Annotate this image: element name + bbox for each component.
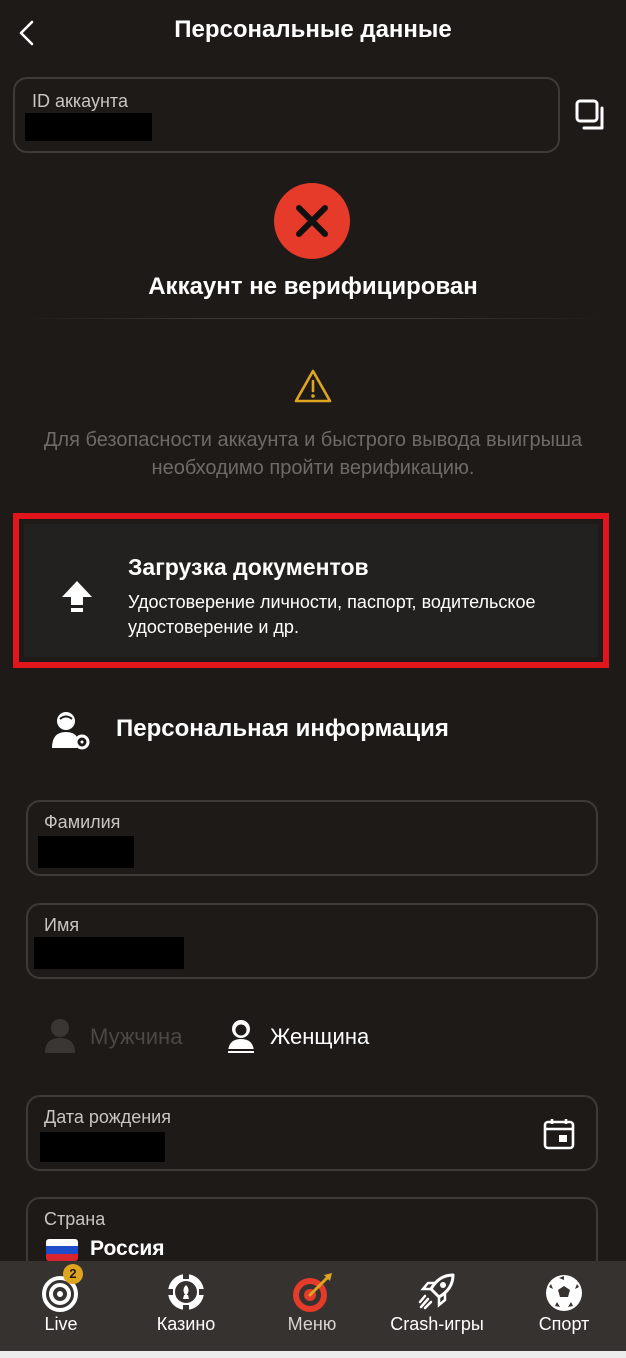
- divider: [20, 318, 606, 319]
- female-label: Женщина: [270, 1024, 370, 1049]
- upload-title: Загрузка документов: [128, 554, 369, 580]
- personal-info-heading: Персональная информация: [116, 715, 449, 742]
- birthdate-value-redacted: [40, 1132, 165, 1162]
- gender-male-option[interactable]: Мужчина: [44, 1018, 194, 1056]
- soccer-ball-icon: [546, 1275, 582, 1311]
- warning-triangle-icon: [293, 366, 333, 406]
- surname-value-redacted: [38, 836, 134, 868]
- verification-warning-text: Для безопасности аккаунта и быстрого выв…: [43, 429, 583, 479]
- name-value-redacted: [34, 937, 184, 969]
- upload-subtitle: Удостоверение личности, паспорт, водител…: [128, 592, 536, 637]
- surname-label: Фамилия: [44, 812, 121, 832]
- nav-menu-label: Меню: [287, 1314, 337, 1334]
- country-value: Россия: [90, 1237, 165, 1260]
- nav-crash-games-label: Crash-игры: [390, 1314, 484, 1334]
- rocket-icon: [418, 1273, 455, 1310]
- nav-live-label: Live: [44, 1314, 78, 1334]
- nav-sport-label: Спорт: [538, 1314, 590, 1334]
- gender-female-option[interactable]: Женщина: [226, 1018, 386, 1056]
- name-label: Имя: [44, 915, 80, 935]
- country-label: Страна: [44, 1209, 106, 1229]
- casino-chip-icon: [167, 1273, 205, 1311]
- nav-casino[interactable]: Казино: [140, 1261, 232, 1351]
- upload-arrow-icon: [62, 581, 92, 612]
- page-title: Персональные данные: [174, 16, 452, 43]
- user-settings-icon: [50, 710, 90, 752]
- surname-field[interactable]: Фамилия: [26, 800, 598, 876]
- bottom-system-strip: [0, 1351, 626, 1358]
- account-id-value-redacted: [25, 113, 152, 141]
- verification-status: Аккаунт не верифицирован: [148, 273, 478, 300]
- russia-flag-icon: [46, 1239, 78, 1261]
- nav-sport[interactable]: Спорт: [518, 1261, 610, 1351]
- error-x-icon: [273, 182, 351, 260]
- live-badge: 2: [63, 1264, 83, 1284]
- account-id-label: ID аккаунта: [32, 91, 128, 111]
- nav-live[interactable]: 2 Live: [15, 1261, 107, 1351]
- birthdate-label: Дата рождения: [44, 1107, 171, 1127]
- account-id-field: ID аккаунта: [13, 77, 560, 153]
- name-field[interactable]: Имя: [26, 903, 598, 979]
- bottom-navigation: 2 Live Казино Меню Crash-игры Спорт: [0, 1261, 626, 1351]
- copy-icon: [575, 99, 604, 130]
- nav-casino-label: Казино: [156, 1314, 216, 1334]
- upload-documents-card[interactable]: Загрузка документов Удостоверение личнос…: [13, 513, 609, 668]
- copy-button[interactable]: [574, 98, 610, 134]
- nav-crash-games[interactable]: Crash-игры: [383, 1261, 491, 1351]
- calendar-icon[interactable]: [542, 1117, 576, 1151]
- nav-menu[interactable]: Меню: [266, 1261, 358, 1351]
- female-user-icon: [228, 1020, 254, 1053]
- dart-target-icon: [293, 1273, 332, 1312]
- birthdate-field[interactable]: Дата рождения: [26, 1095, 598, 1171]
- male-label: Мужчина: [90, 1024, 183, 1049]
- male-user-icon: [45, 1019, 75, 1053]
